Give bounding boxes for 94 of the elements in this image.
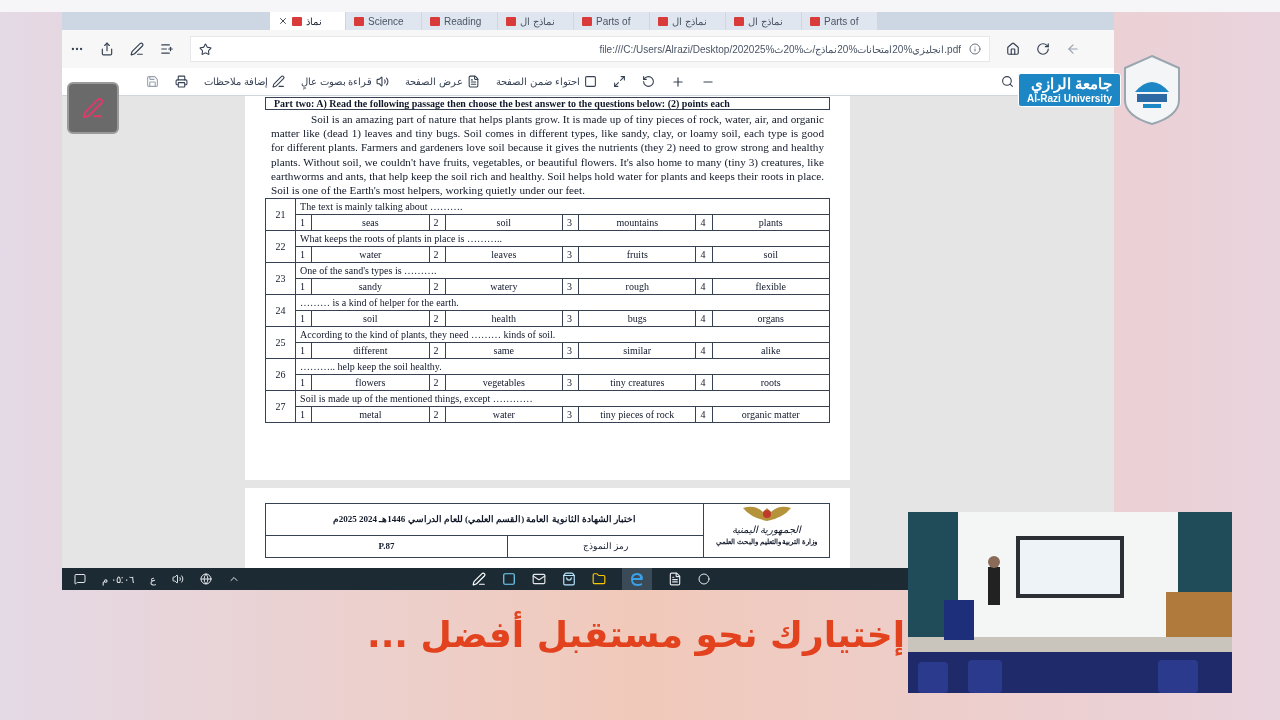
option-text: water bbox=[445, 406, 563, 423]
option-number: 4 bbox=[695, 214, 712, 231]
option-text: tiny pieces of rock bbox=[578, 406, 696, 423]
option-number: 2 bbox=[429, 278, 446, 295]
option-text: seas bbox=[311, 214, 430, 231]
question-prompt: The text is mainly talking about ………. bbox=[295, 198, 830, 215]
question-prompt: ……… is a kind of helper for the earth. bbox=[295, 294, 830, 311]
option-text: metal bbox=[311, 406, 430, 423]
address-bar[interactable]: file:///C:/Users/Alrazi/Desktop/202025%انجليزي%20امتحانات%20نماذج/ث%20ث.pdf bbox=[190, 36, 990, 62]
option-text: organic matter bbox=[712, 406, 830, 423]
option-number: 2 bbox=[429, 214, 446, 231]
option-text: health bbox=[445, 310, 563, 327]
option-text: organs bbox=[712, 310, 830, 327]
toolbar-button[interactable]: احتواء ضمن الصفحة bbox=[496, 74, 597, 89]
browser-tab[interactable]: Parts of bbox=[802, 12, 878, 30]
option-text: different bbox=[311, 342, 430, 359]
option-number: 1 bbox=[295, 406, 312, 423]
option-number: 2 bbox=[429, 406, 446, 423]
option-number: 4 bbox=[695, 342, 712, 359]
browser-tab[interactable]: نماذج ال bbox=[498, 12, 574, 30]
option-number: 3 bbox=[562, 278, 579, 295]
question-number: 21 bbox=[265, 198, 296, 231]
question-prompt: Soil is made up of the mentioned things, except ………… bbox=[295, 390, 830, 407]
option-text: same bbox=[445, 342, 563, 359]
section-heading: Part two: A) Read the following passage then choose the best answer to the questions below: (2) points each bbox=[265, 97, 830, 110]
option-number: 4 bbox=[695, 246, 712, 263]
taskbar-clock[interactable]: ٠٥:٠٦ م bbox=[102, 571, 134, 587]
option-text: soil bbox=[311, 310, 430, 327]
question-prompt: What keeps the roots of plants in place is ……….. bbox=[295, 230, 830, 247]
country-name: الجمهورية اليمنية bbox=[731, 523, 802, 538]
option-number: 1 bbox=[295, 342, 312, 359]
browser-tab[interactable]: Parts of bbox=[574, 12, 650, 30]
option-number: 2 bbox=[429, 342, 446, 359]
option-text: tiny creatures bbox=[578, 374, 696, 391]
option-text: vegetables bbox=[445, 374, 563, 391]
toolbar-button[interactable]: قراءة بصوت عالٍ bbox=[300, 74, 390, 89]
question-number: 23 bbox=[265, 262, 296, 295]
option-number: 3 bbox=[562, 310, 579, 327]
option-number: 4 bbox=[695, 374, 712, 391]
question-number: 26 bbox=[265, 358, 296, 391]
url-text: file:///C:/Users/Alrazi/Desktop/202025%انجليزي%20امتحانات%20نماذج/ث%20ث.pdf bbox=[599, 42, 961, 57]
option-number: 2 bbox=[429, 310, 446, 327]
slogan-text: إختيارك نحو مستقبل أفضل ... bbox=[367, 608, 905, 662]
option-text: bugs bbox=[578, 310, 696, 327]
browser-tab[interactable]: Science bbox=[346, 12, 422, 30]
question-prompt: One of the sand's types is ………. bbox=[295, 262, 830, 279]
option-number: 1 bbox=[295, 310, 312, 327]
option-text: water bbox=[311, 246, 430, 263]
option-text: mountains bbox=[578, 214, 696, 231]
option-text: fruits bbox=[578, 246, 696, 263]
browser-tab[interactable]: نماذ bbox=[270, 12, 346, 30]
browser-tab[interactable]: نماذج ال bbox=[726, 12, 802, 30]
toolbar-button[interactable]: عرض الصفحة bbox=[405, 74, 481, 89]
reading-passage: Soil is an amazing part of nature that helps plants grow. It is made up of tiny pieces of rock, water, air, and organic matter like (dead 1) leaves and tiny bugs. Soil comes in different types, like sandy, clay, or loamy soil, each type is good for different plants. Farmers and gardeners love soil because it gives the nutrients (they 2) need to grow strong and healthy plants. Without soil, we couldn't have fruits, vegetables, or beautiful flowers. It's also home to many (tiny 3) creatures, like earthworms and ants, that help keep the soil rich and healthy. Soil helps hold water for plants and keeps their roots in place. Soil is one of the Earth's most helpers, working quietly under our feet. bbox=[270, 112, 825, 198]
option-number: 3 bbox=[562, 342, 579, 359]
option-text: similar bbox=[578, 342, 696, 359]
option-number: 3 bbox=[562, 246, 579, 263]
browser-tab[interactable]: نماذج ال bbox=[650, 12, 726, 30]
option-number: 1 bbox=[295, 214, 312, 231]
option-text: leaves bbox=[445, 246, 563, 263]
option-number: 2 bbox=[429, 246, 446, 263]
toolbar-button[interactable]: إضافة ملاحظات bbox=[204, 74, 285, 89]
option-number: 4 bbox=[695, 278, 712, 295]
option-text: flowers bbox=[311, 374, 430, 391]
option-text: roots bbox=[712, 374, 830, 391]
option-text: soil bbox=[712, 246, 830, 263]
question-number: 22 bbox=[265, 230, 296, 263]
option-number: 3 bbox=[562, 374, 579, 391]
option-text: sandy bbox=[311, 278, 430, 295]
option-number: 3 bbox=[562, 214, 579, 231]
option-text: watery bbox=[445, 278, 563, 295]
option-number: 1 bbox=[295, 278, 312, 295]
question-prompt: According to the kind of plants, they need ……… kinds of soil. bbox=[295, 326, 830, 343]
option-number: 1 bbox=[295, 374, 312, 391]
option-number: 3 bbox=[562, 406, 579, 423]
university-name-english: Al-Razi University bbox=[1027, 93, 1113, 105]
model-code: P.87 bbox=[265, 535, 508, 558]
question-number: 25 bbox=[265, 326, 296, 359]
exam-title: اختبار الشهادة الثانوية العامة (القسم العلمي) للعام الدراسي 1446هـ 2024 2025م bbox=[265, 503, 704, 536]
browser-tab[interactable]: Reading bbox=[422, 12, 498, 30]
option-number: 4 bbox=[695, 310, 712, 327]
option-number: 4 bbox=[695, 406, 712, 423]
option-number: 2 bbox=[429, 374, 446, 391]
option-text: flexible bbox=[712, 278, 830, 295]
question-number: 27 bbox=[265, 390, 296, 423]
option-text: rough bbox=[578, 278, 696, 295]
option-number: 1 bbox=[295, 246, 312, 263]
option-text: soil bbox=[445, 214, 563, 231]
option-text: plants bbox=[712, 214, 830, 231]
question-prompt: ……….. help keep the soil healthy. bbox=[295, 358, 830, 375]
option-text: alike bbox=[712, 342, 830, 359]
university-name-arabic: جامعة الرازي bbox=[1030, 75, 1113, 93]
language-indicator[interactable]: ع bbox=[149, 571, 156, 587]
question-number: 24 bbox=[265, 294, 296, 327]
